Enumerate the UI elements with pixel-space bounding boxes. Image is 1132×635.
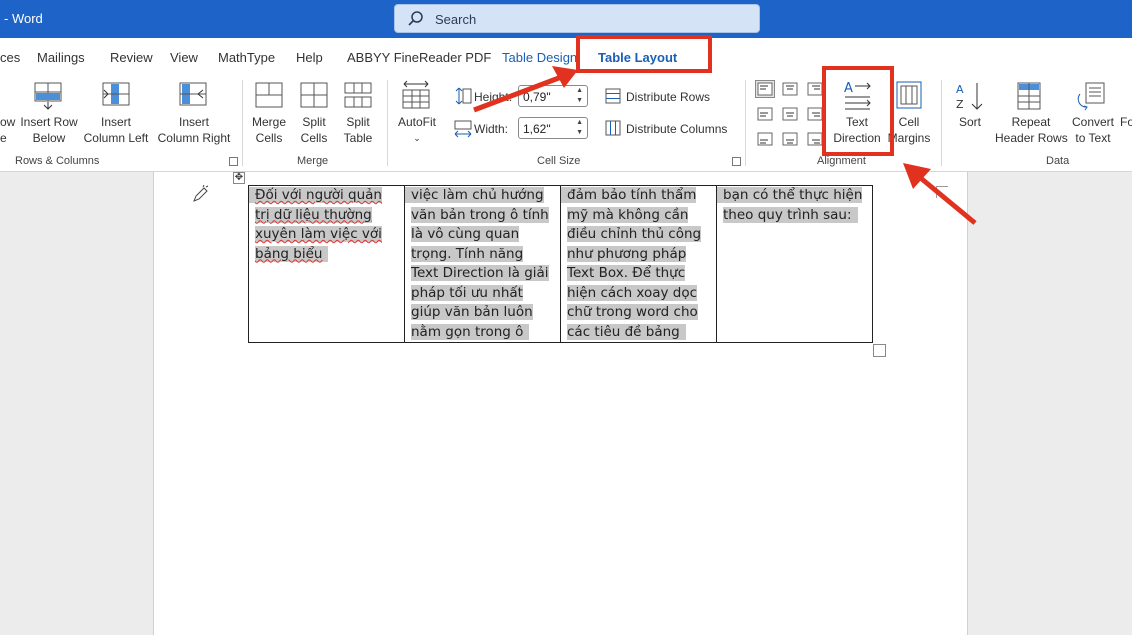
- title-bar: - Word Search: [0, 0, 1132, 38]
- column-width-icon: [454, 120, 472, 138]
- table-cell-2[interactable]: việc làm chủ hướng văn bản trong ô tính …: [404, 185, 561, 343]
- group-divider: [941, 80, 942, 166]
- formula-label: Fo: [1120, 115, 1132, 129]
- table-move-handle-icon[interactable]: ✥: [233, 172, 245, 184]
- insert-column-right-icon: [179, 82, 207, 106]
- merge-cells-icon: [255, 82, 283, 108]
- insert-column-left-icon: [102, 82, 130, 106]
- annotation-box-table-layout: [576, 35, 712, 73]
- spin-up-icon[interactable]: ▲: [576, 119, 583, 126]
- tab-mailings[interactable]: Mailings: [37, 50, 85, 65]
- editor-pen-icon[interactable]: [190, 185, 210, 205]
- insert-row-below-icon: [34, 82, 62, 110]
- group-divider: [745, 80, 746, 166]
- split-table-icon: [344, 82, 372, 108]
- document-table[interactable]: Đối với người quản trị dữ liệu thường xu…: [248, 185, 873, 343]
- tab-mathtype[interactable]: MathType: [218, 50, 275, 65]
- autofit-icon: [402, 80, 430, 109]
- table-cell-4[interactable]: bạn có thể thực hiện theo quy trình sau:: [716, 185, 873, 343]
- align-top-center-icon[interactable]: [780, 80, 800, 98]
- annotation-box-text-direction: [822, 66, 894, 156]
- group-label-alignment: Alignment: [817, 155, 866, 167]
- repeat-header-rows-icon: [1017, 82, 1041, 110]
- insert-row-above-label-2: e: [0, 131, 7, 145]
- group-label-cell-size: Cell Size: [537, 155, 581, 167]
- spin-down-icon[interactable]: ▼: [576, 129, 583, 136]
- insert-row-above-label-1: ow: [0, 115, 16, 129]
- annotation-arrow-to-text-direction: [903, 163, 977, 225]
- cell-text-2: việc làm chủ hướng văn bản trong ô tính …: [411, 187, 549, 340]
- search-icon: [408, 11, 423, 26]
- distribute-rows-label: Distribute Rows: [626, 90, 711, 104]
- repeat-header-rows-label-1: Repeat: [1011, 115, 1051, 129]
- insert-row-below-label-1: Insert Row: [20, 115, 78, 129]
- split-cells-label-1: Split: [302, 115, 326, 129]
- split-table-label-2: Table: [343, 131, 373, 145]
- chevron-down-icon: ⌄: [413, 133, 421, 143]
- svg-text:Z: Z: [956, 98, 964, 111]
- distribute-columns-icon: [605, 120, 621, 136]
- sort-label: Sort: [958, 115, 981, 129]
- group-label-data: Data: [1046, 155, 1070, 167]
- table-cell-3[interactable]: đảm bảo tính thẩm mỹ mà không cần điều c…: [560, 185, 717, 343]
- app-title: - Word: [4, 11, 43, 26]
- cell-text-1: Đối với người quản trị dữ liệu thường xu…: [255, 187, 382, 262]
- search-box[interactable]: Search: [394, 4, 760, 33]
- align-top-left-icon[interactable]: [755, 80, 775, 98]
- tab-review[interactable]: Review: [110, 50, 153, 65]
- insert-column-left-label-2: Column Left: [83, 131, 149, 145]
- align-bottom-left-icon[interactable]: [755, 130, 775, 148]
- search-placeholder: Search: [435, 12, 477, 27]
- table-cell-1[interactable]: Đối với người quản trị dữ liệu thường xu…: [248, 185, 405, 343]
- svg-text:A: A: [956, 83, 964, 96]
- group-divider: [387, 80, 388, 166]
- distribute-columns-label: Distribute Columns: [626, 122, 728, 136]
- tab-help[interactable]: Help: [296, 50, 323, 65]
- rows-columns-launcher-icon[interactable]: [229, 157, 238, 166]
- convert-to-text-icon: [1077, 82, 1105, 111]
- insert-row-below-label-2: Below: [32, 131, 66, 145]
- cell-text-4: bạn có thể thực hiện theo quy trình sau:: [723, 187, 863, 223]
- group-divider: [242, 80, 243, 166]
- split-cells-icon: [300, 82, 328, 108]
- split-cells-label-2: Cells: [300, 131, 328, 145]
- insert-column-right-label-1: Insert: [178, 115, 209, 129]
- convert-to-text-label-2: to Text: [1075, 131, 1111, 145]
- annotation-arrow-to-tab: [473, 66, 578, 113]
- group-label-merge: Merge: [297, 155, 329, 167]
- tab-references[interactable]: ces: [0, 50, 20, 65]
- align-middle-left-icon[interactable]: [755, 105, 775, 123]
- merge-cells-label-2: Cells: [255, 131, 283, 145]
- align-middle-center-icon[interactable]: [780, 105, 800, 123]
- width-spinner[interactable]: 1,62" ▲ ▼: [518, 117, 588, 139]
- convert-to-text-label-1: Convert: [1071, 115, 1115, 129]
- distribute-rows-icon: [605, 88, 621, 104]
- sort-icon: A Z: [956, 83, 983, 111]
- table-resize-handle[interactable]: [873, 344, 886, 357]
- merge-cells-label-1: Merge: [251, 115, 286, 129]
- insert-column-left-label-1: Insert: [100, 115, 131, 129]
- cell-size-launcher-icon[interactable]: [732, 157, 741, 166]
- cell-margins-icon: [896, 81, 922, 109]
- group-label-rows-columns: Rows & Columns: [15, 155, 100, 167]
- insert-column-right-label-2: Column Right: [157, 131, 231, 145]
- tab-view[interactable]: View: [170, 50, 198, 65]
- cell-text-3: đảm bảo tính thẩm mỹ mà không cần điều c…: [567, 187, 702, 340]
- width-value: 1,62": [523, 122, 551, 136]
- repeat-header-rows-label-2: Header Rows: [995, 131, 1068, 145]
- width-label: Width:: [474, 122, 509, 136]
- autofit-label: AutoFit: [397, 115, 436, 129]
- align-bottom-center-icon[interactable]: [780, 130, 800, 148]
- split-table-label-1: Split: [346, 115, 370, 129]
